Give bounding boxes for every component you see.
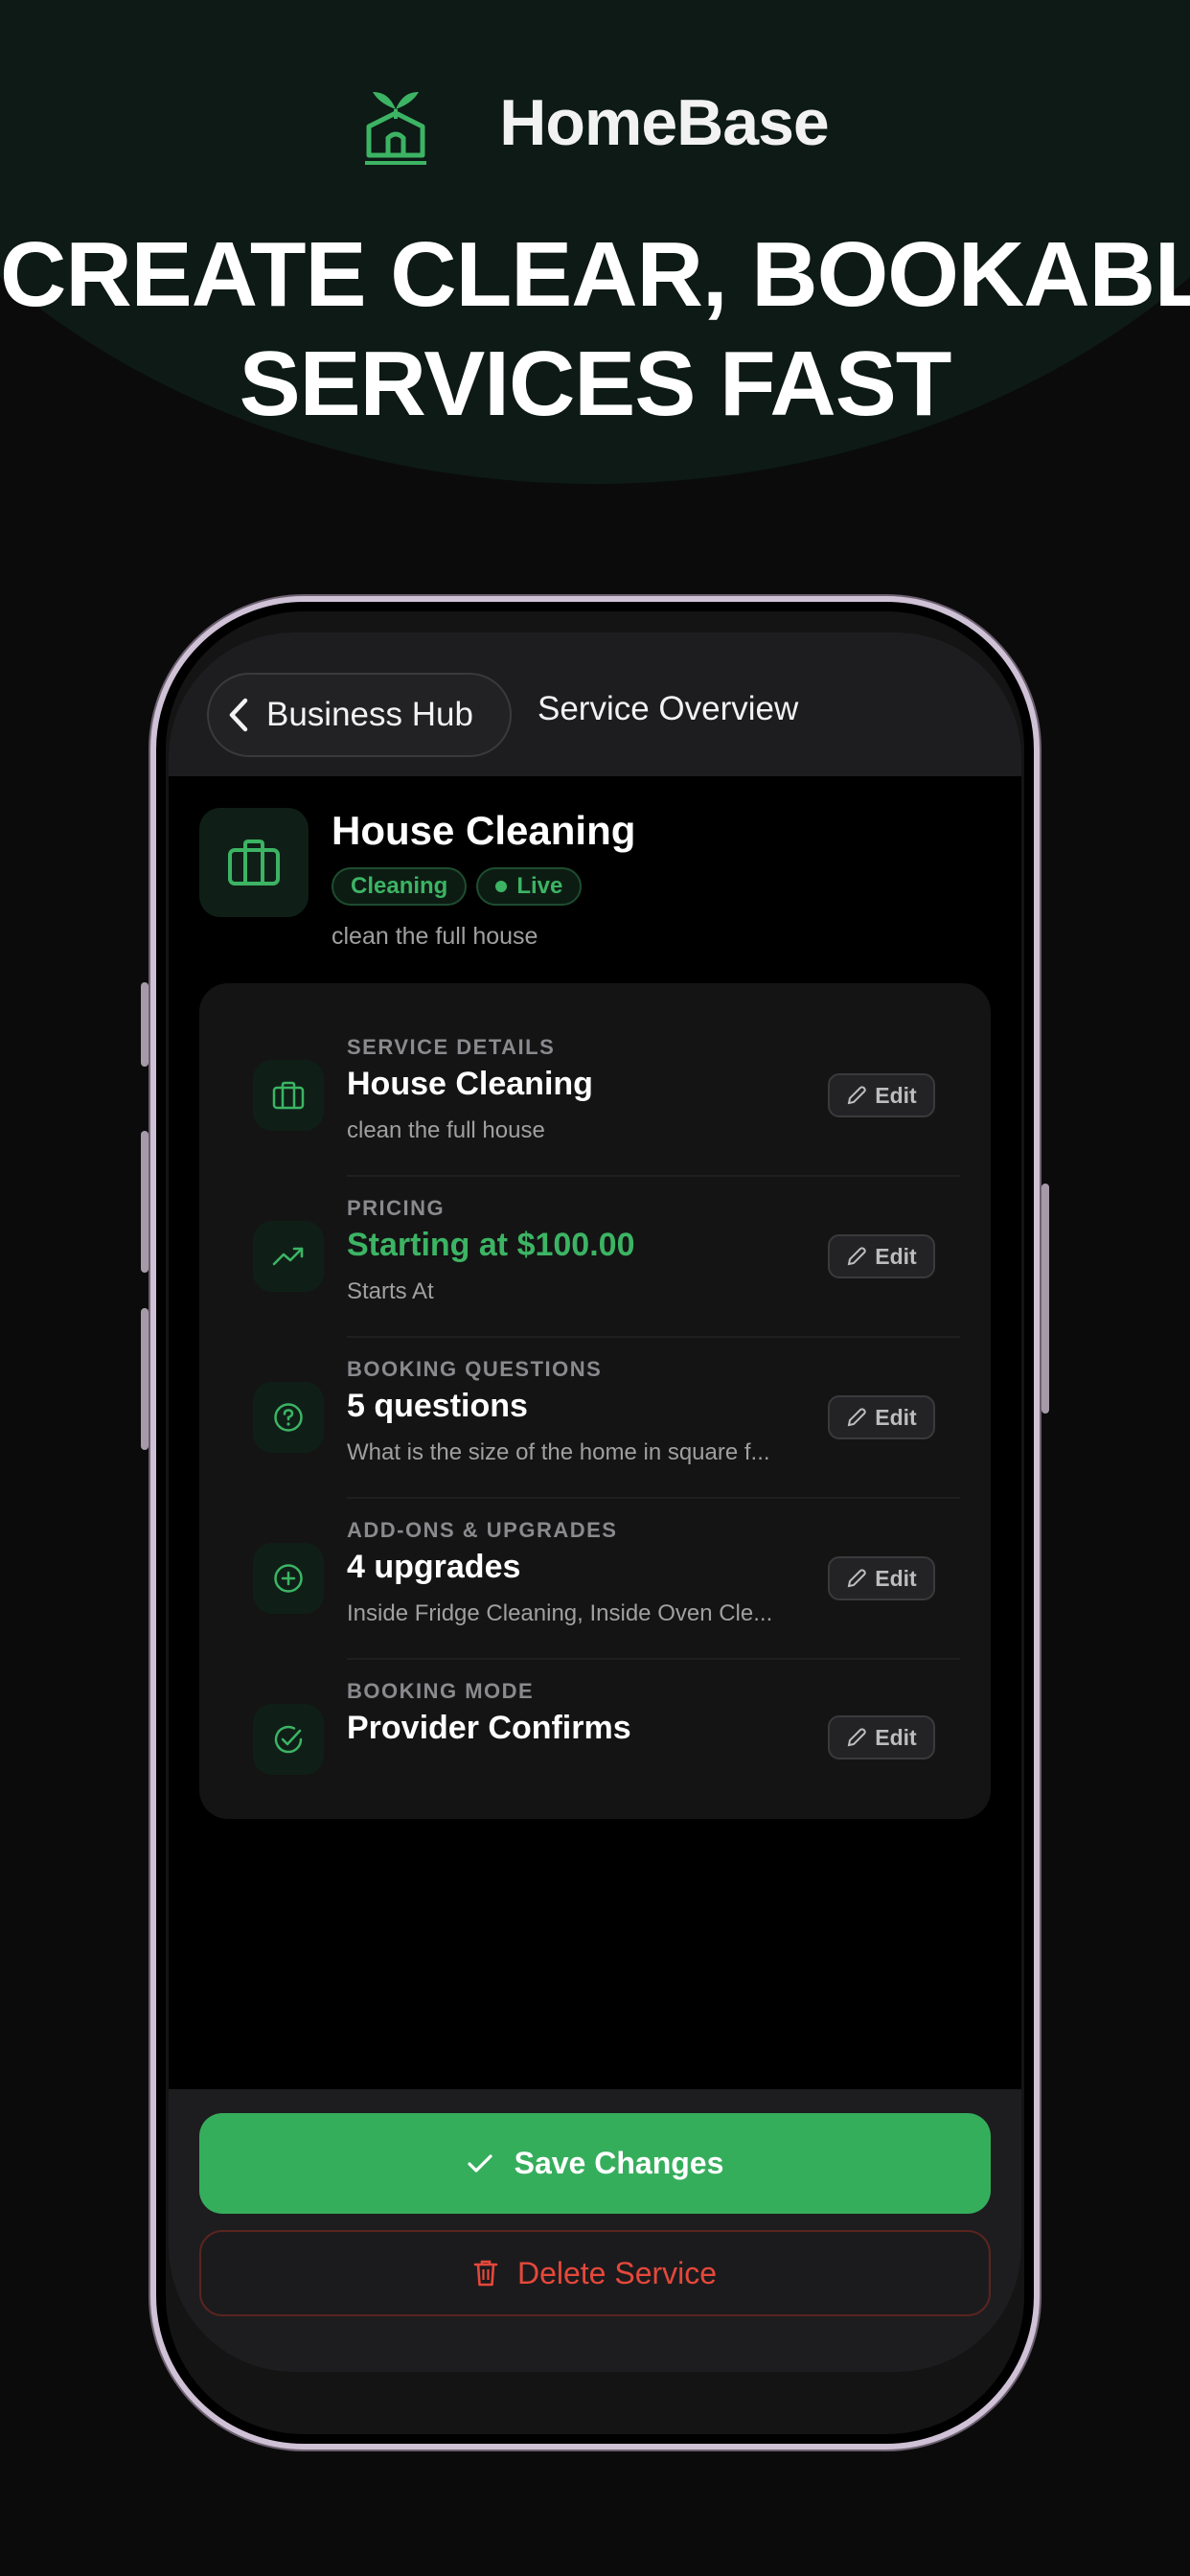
headline: CREATE CLEAR, BOOKABLE SERVICES FAST <box>0 220 1190 439</box>
edit-button-add-ons[interactable]: Edit <box>828 1556 935 1600</box>
briefcase-icon <box>253 1060 324 1131</box>
back-button-label: Business Hub <box>266 696 473 733</box>
section-main: Provider Confirms <box>347 1710 631 1746</box>
section-row-pricing[interactable]: PRICING Starting at $100.00 Starts At Ed… <box>199 1192 991 1353</box>
pencil-icon <box>847 1247 867 1266</box>
pencil-icon <box>847 1408 867 1427</box>
trash-icon <box>473 2260 498 2287</box>
status-dot-icon <box>495 881 508 892</box>
brand-header: HomeBase <box>0 75 1190 171</box>
help-circle-icon <box>253 1382 324 1453</box>
section-main: 5 questions <box>347 1388 528 1424</box>
edit-label: Edit <box>875 1082 917 1108</box>
status-badge-label: Live <box>516 873 563 899</box>
category-badge: Cleaning <box>332 867 468 906</box>
divider <box>347 1175 960 1177</box>
section-row-add-ons[interactable]: ADD-ONS & UPGRADES 4 upgrades Inside Fri… <box>199 1514 991 1675</box>
section-sub: What is the size of the home in square f… <box>347 1439 770 1465</box>
section-sub: Inside Fridge Cleaning, Inside Oven Cle.… <box>347 1600 773 1626</box>
section-row-booking-mode[interactable]: BOOKING MODE Provider Confirms Edit <box>199 1675 991 1836</box>
section-main: House Cleaning <box>347 1066 593 1102</box>
section-eyebrow: ADD-ONS & UPGRADES <box>347 1518 618 1542</box>
phone-power-button <box>1041 1184 1049 1414</box>
back-button[interactable]: Business Hub <box>207 673 512 757</box>
status-badge: Live <box>476 867 583 906</box>
pencil-icon <box>847 1569 867 1588</box>
phone-screen: Business Hub Service Overview House Clea… <box>169 632 1021 2372</box>
edit-label: Edit <box>875 1404 917 1430</box>
pencil-icon <box>847 1086 867 1105</box>
category-badge-label: Cleaning <box>351 873 448 899</box>
section-main: 4 upgrades <box>347 1549 521 1585</box>
nav-bar: Business Hub Service Overview <box>169 632 1021 776</box>
section-eyebrow: BOOKING MODE <box>347 1679 535 1703</box>
service-subtitle: clean the full house <box>332 923 538 950</box>
service-title: House Cleaning <box>332 808 636 853</box>
divider <box>347 1497 960 1499</box>
trending-up-icon <box>253 1221 324 1292</box>
edit-label: Edit <box>875 1243 917 1269</box>
section-sub: Starts At <box>347 1278 434 1304</box>
edit-button-service-details[interactable]: Edit <box>828 1073 935 1117</box>
delete-service-button[interactable]: Delete Service <box>199 2230 991 2316</box>
edit-label: Edit <box>875 1724 917 1750</box>
briefcase-icon <box>199 808 309 917</box>
section-eyebrow: PRICING <box>347 1196 446 1220</box>
headline-line-1: CREATE CLEAR, BOOKABLE <box>0 223 1190 326</box>
delete-service-label: Delete Service <box>516 2255 718 2290</box>
phone-volume-up <box>141 1131 149 1273</box>
save-changes-label: Save Changes <box>514 2146 724 2180</box>
brand-name: HomeBase <box>499 86 829 159</box>
section-row-booking-questions[interactable]: BOOKING QUESTIONS 5 questions What is th… <box>199 1353 991 1514</box>
promo-stage: HomeBase CREATE CLEAR, BOOKABLE SERVICES… <box>0 0 1190 2576</box>
section-sub: clean the full house <box>347 1117 545 1143</box>
pencil-icon <box>847 1728 867 1747</box>
section-eyebrow: BOOKING QUESTIONS <box>347 1357 603 1381</box>
edit-button-booking-questions[interactable]: Edit <box>828 1395 935 1439</box>
checkmark-icon <box>468 2153 492 2173</box>
nav-title: Service Overview <box>538 690 799 727</box>
divider <box>347 1336 960 1338</box>
phone-mute-switch <box>141 982 149 1067</box>
phone-volume-down <box>141 1308 149 1450</box>
edit-label: Edit <box>875 1565 917 1591</box>
section-main: Starting at $100.00 <box>347 1227 635 1263</box>
service-header: House Cleaning Cleaning Live clean the f… <box>199 808 991 952</box>
section-eyebrow: SERVICE DETAILS <box>347 1035 556 1059</box>
service-sections-card: SERVICE DETAILS House Cleaning clean the… <box>199 983 991 1819</box>
service-badges: Cleaning Live <box>332 867 583 906</box>
edit-button-pricing[interactable]: Edit <box>828 1234 935 1278</box>
house-sprout-logo-icon <box>365 92 427 165</box>
section-row-service-details[interactable]: SERVICE DETAILS House Cleaning clean the… <box>199 1031 991 1192</box>
plus-circle-icon <box>253 1543 324 1614</box>
chevron-left-icon <box>229 698 248 732</box>
edit-button-booking-mode[interactable]: Edit <box>828 1715 935 1760</box>
divider <box>347 1658 960 1660</box>
save-changes-button[interactable]: Save Changes <box>199 2113 991 2214</box>
headline-line-2: SERVICES FAST <box>239 333 952 435</box>
check-circle-icon <box>253 1704 324 1775</box>
